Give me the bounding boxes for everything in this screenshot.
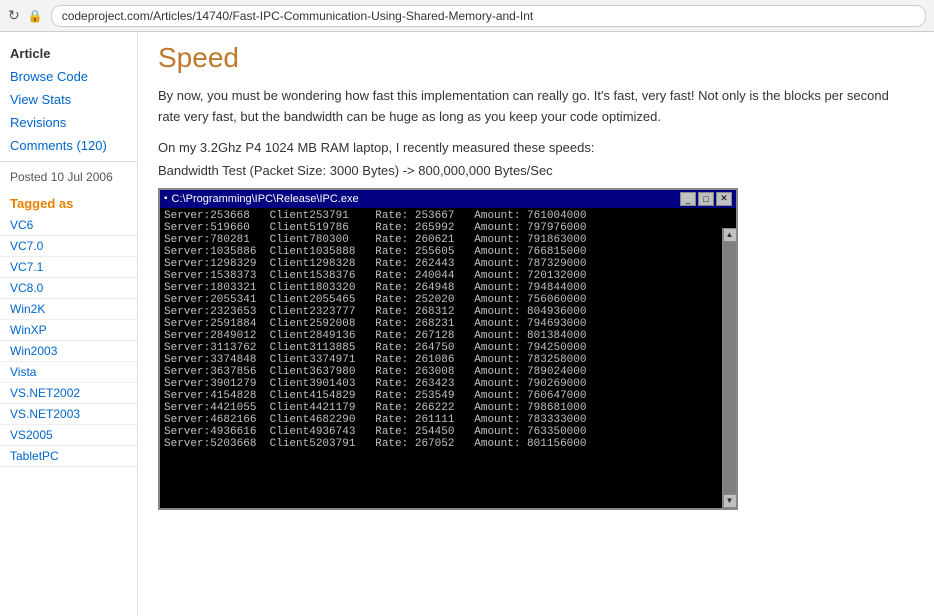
terminal-icon: ▪ [164, 193, 168, 204]
tags-container: VC6VC7.0VC7.1VC8.0Win2KWinXPWin2003Vista… [0, 215, 137, 467]
scroll-down-btn[interactable]: ▼ [723, 494, 737, 508]
refresh-icon[interactable]: ↻ [8, 7, 20, 24]
terminal-minimize-btn[interactable]: _ [680, 192, 696, 206]
sidebar-tag[interactable]: VC7.0 [0, 236, 137, 257]
sidebar-link-view-stats[interactable]: View Stats [0, 88, 137, 111]
sidebar-link-comments[interactable]: Comments (120) [0, 134, 137, 157]
intro-paragraph: By now, you must be wondering how fast t… [158, 86, 914, 128]
scroll-up-btn[interactable]: ▲ [723, 228, 737, 242]
url-input[interactable] [51, 5, 926, 27]
sidebar-tag[interactable]: WinXP [0, 320, 137, 341]
measured-text: On my 3.2Ghz P4 1024 MB RAM laptop, I re… [158, 140, 914, 155]
sidebar-tag[interactable]: TabletPC [0, 446, 137, 467]
sidebar-tag[interactable]: Win2003 [0, 341, 137, 362]
terminal-titlebar: ▪ C:\Programming\IPC\Release\IPC.exe _ □… [160, 190, 736, 208]
browser-bar: ↻ 🔒 [0, 0, 934, 32]
scroll-track [723, 242, 736, 494]
sidebar-tag[interactable]: VC7.1 [0, 257, 137, 278]
sidebar-posted: Posted 10 Jul 2006 [0, 166, 137, 188]
sidebar-tag[interactable]: VC6 [0, 215, 137, 236]
sidebar-tag[interactable]: Vista [0, 362, 137, 383]
sidebar-article-title: Article [0, 40, 137, 65]
page-layout: Article Browse Code View Stats Revisions… [0, 32, 934, 616]
terminal-title-left: ▪ C:\Programming\IPC\Release\IPC.exe [164, 193, 359, 205]
bandwidth-text: Bandwidth Test (Packet Size: 3000 Bytes)… [158, 163, 914, 178]
sidebar-link-revisions[interactable]: Revisions [0, 111, 137, 134]
intro-text-body: By now, you must be wondering how fast t… [158, 88, 889, 124]
terminal-scrollbar[interactable]: ▲ ▼ [722, 228, 736, 508]
terminal-body: Server:253668 Client253791 Rate: 253667 … [160, 208, 590, 508]
terminal-window: ▪ C:\Programming\IPC\Release\IPC.exe _ □… [158, 188, 738, 510]
terminal-title: C:\Programming\IPC\Release\IPC.exe [172, 193, 359, 205]
sidebar-link-browse-code[interactable]: Browse Code [0, 65, 137, 88]
sidebar-tag[interactable]: VC8.0 [0, 278, 137, 299]
sidebar-divider [0, 161, 137, 162]
sidebar-tag[interactable]: VS2005 [0, 425, 137, 446]
page-heading: Speed [158, 42, 914, 74]
sidebar-tag[interactable]: VS.NET2003 [0, 404, 137, 425]
sidebar-tag[interactable]: VS.NET2002 [0, 383, 137, 404]
lock-icon: 🔒 [28, 9, 43, 23]
sidebar-tagged-title: Tagged as [0, 188, 137, 215]
terminal-close-btn[interactable]: ✕ [716, 192, 732, 206]
terminal-restore-btn[interactable]: □ [698, 192, 714, 206]
terminal-buttons: _ □ ✕ [680, 192, 732, 206]
sidebar-tag[interactable]: Win2K [0, 299, 137, 320]
sidebar: Article Browse Code View Stats Revisions… [0, 32, 138, 616]
main-content: Speed By now, you must be wondering how … [138, 32, 934, 616]
